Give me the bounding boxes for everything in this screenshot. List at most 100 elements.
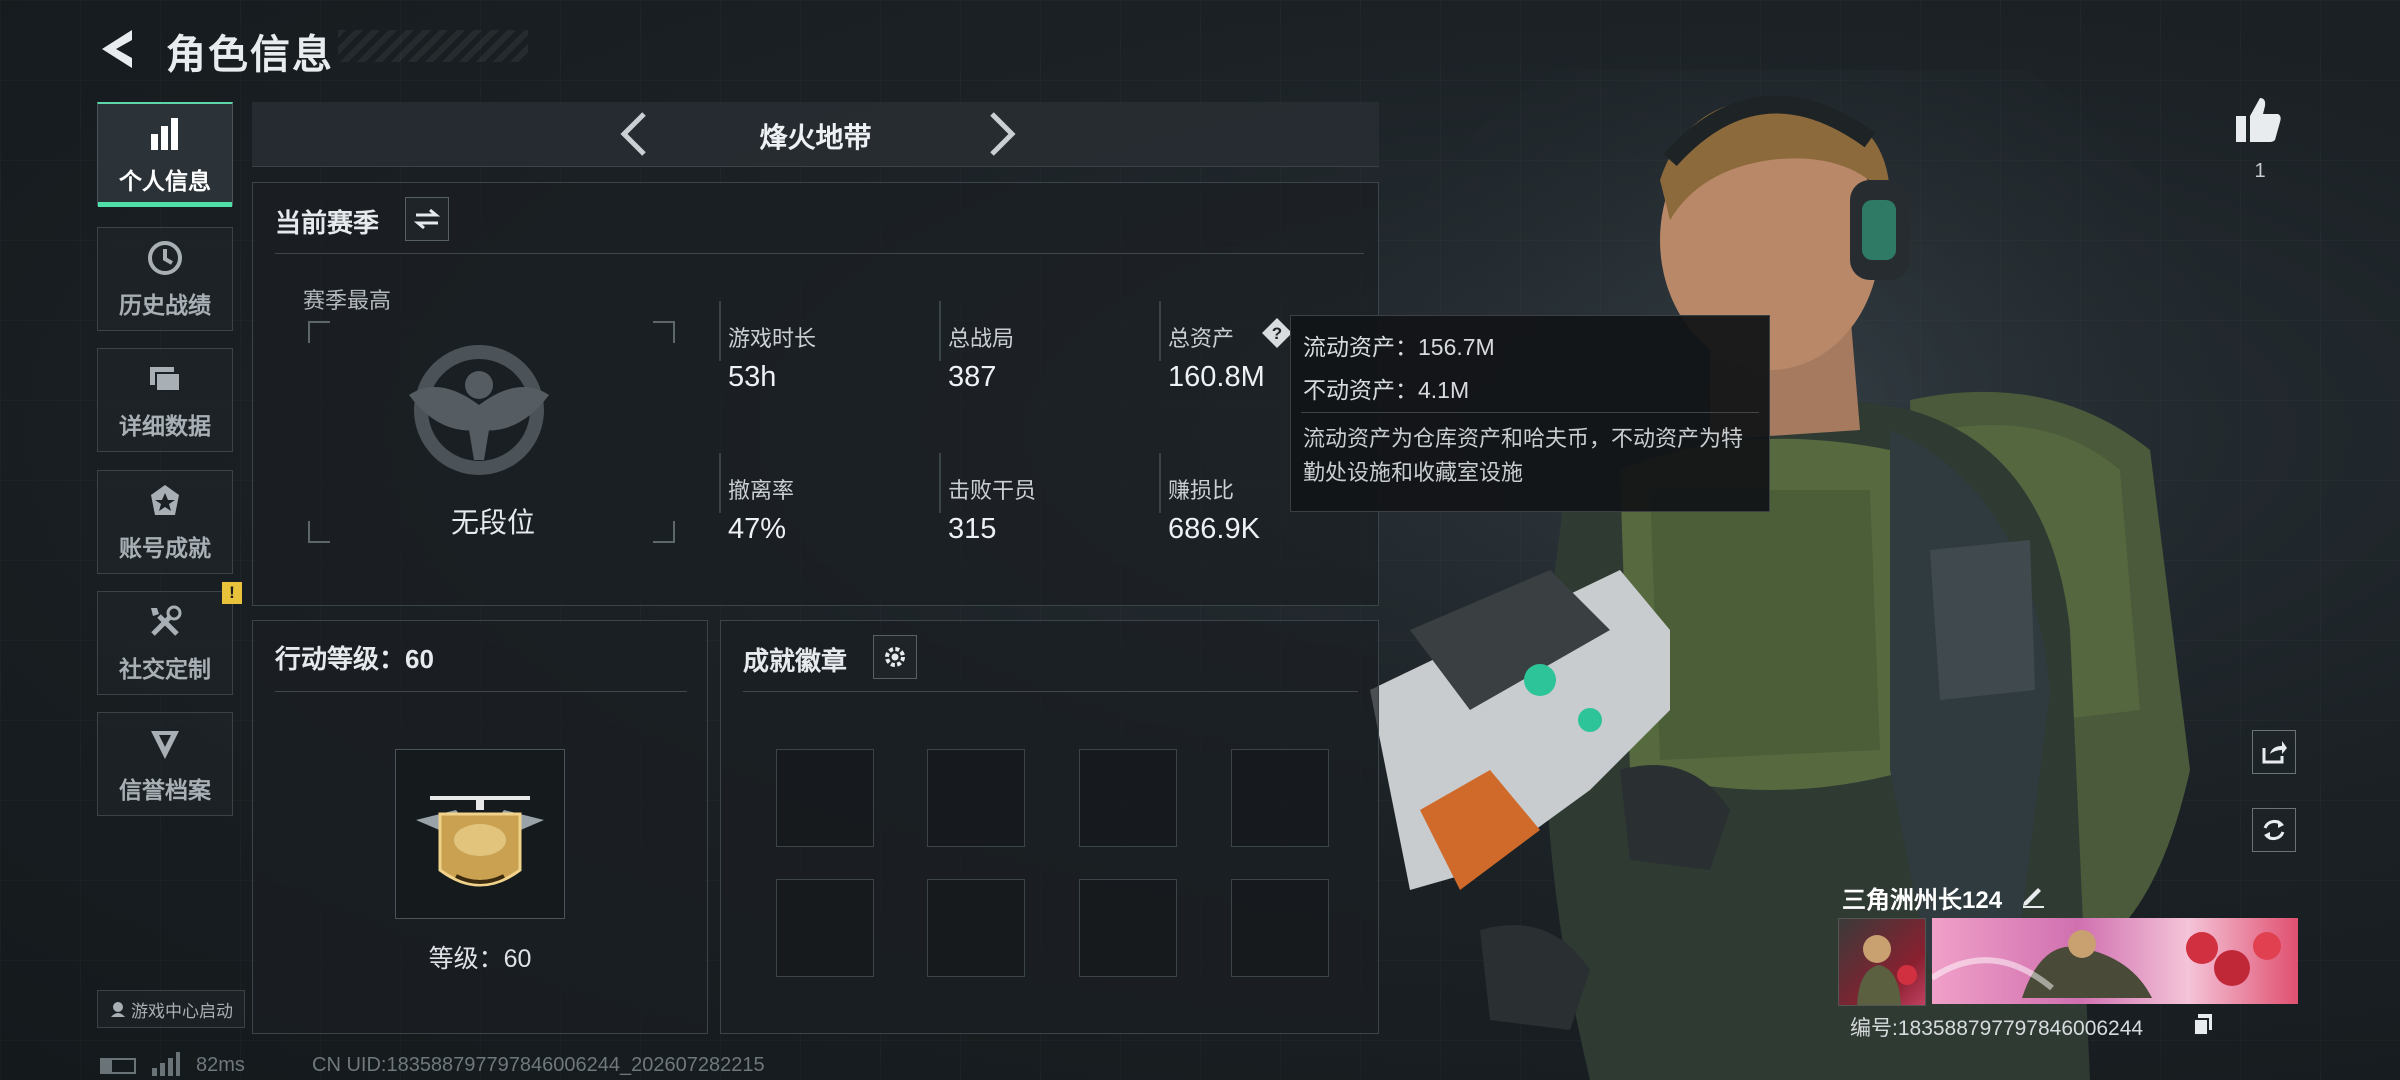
divider <box>275 253 1364 254</box>
like-button[interactable] <box>2232 94 2288 150</box>
badge-slot[interactable] <box>927 879 1025 977</box>
stat-label: 击败干员 <box>948 478 1037 503</box>
tools-icon <box>145 602 185 642</box>
nav-label: 详细数据 <box>119 413 211 439</box>
share-button[interactable] <box>2252 730 2296 774</box>
divider <box>275 691 687 692</box>
nav-item-detailed-data[interactable]: 详细数据 <box>97 348 233 452</box>
stat-value: 387 <box>948 361 997 393</box>
badges-panel: 成就徽章 <box>720 620 1379 1034</box>
stat-tick <box>1159 453 1161 513</box>
shield-badge-icon <box>145 723 185 763</box>
title-decoration <box>338 30 528 62</box>
folder-icon <box>145 359 185 399</box>
stat-tick <box>939 301 941 361</box>
nav-label: 个人信息 <box>119 167 211 194</box>
badge-slot[interactable] <box>1231 879 1329 977</box>
player-banner[interactable] <box>1930 918 2298 1004</box>
game-center-icon <box>111 1002 125 1017</box>
back-button[interactable] <box>96 26 142 72</box>
refresh-icon <box>2263 820 2285 840</box>
ping-text: 82ms <box>196 1054 245 1076</box>
uid-text: CN UID:183588797797846006244_20260728221… <box>312 1054 765 1076</box>
stat-value: 686.9K <box>1168 513 1260 545</box>
season-switch-button[interactable] <box>405 197 449 241</box>
stat-label: 游戏时长 <box>728 326 817 351</box>
share-icon <box>2262 741 2287 764</box>
gear-icon <box>885 647 905 667</box>
badge-slot[interactable] <box>776 879 874 977</box>
player-avatar[interactable] <box>1838 918 1926 1006</box>
tooltip-liquid-assets: 流动资产：156.7M <box>1303 334 1495 360</box>
next-mode-button[interactable] <box>978 110 1024 158</box>
game-center-button[interactable]: 游戏中心启动 <box>97 990 245 1028</box>
frame-corner <box>308 321 330 343</box>
nav-item-achievements[interactable]: 账号成就 <box>97 470 233 574</box>
helicopter-emblem-icon <box>416 796 544 887</box>
season-panel: 当前赛季 赛季最高 无段位 游戏时长 53h 总战局 387 总资产 ? 160… <box>252 182 1379 606</box>
pencil-icon <box>2023 888 2044 908</box>
frame-corner <box>653 521 675 543</box>
achievement-icon <box>145 481 185 521</box>
stat-label: 赚损比 <box>1168 478 1235 503</box>
nav-label: 信誉档案 <box>119 777 211 803</box>
season-best-label: 赛季最高 <box>303 288 392 313</box>
warning-badge: ! <box>222 582 242 604</box>
like-count: 1 <box>2254 160 2266 182</box>
badge-slot[interactable] <box>1231 749 1329 847</box>
swap-icon <box>414 209 440 229</box>
copy-id-button[interactable] <box>2192 1012 2216 1038</box>
player-id: 编号:183588797797846006244 <box>1850 1017 2144 1040</box>
nav-item-reputation[interactable]: 信誉档案 <box>97 712 233 816</box>
asset-help-button[interactable]: ? <box>1261 317 1292 348</box>
badge-slot[interactable] <box>927 749 1025 847</box>
avatar-figure <box>1857 935 1917 1005</box>
nav-item-match-history[interactable]: 历史战绩 <box>97 227 233 331</box>
badges-title: 成就徽章 <box>743 646 848 676</box>
divider <box>743 691 1358 692</box>
game-center-label: 游戏中心启动 <box>131 1001 233 1021</box>
nav-item-social-custom[interactable]: 社交定制 ! <box>97 582 242 695</box>
stat-tick <box>1159 301 1161 361</box>
stat-value: 315 <box>948 513 997 545</box>
tooltip-fixed-assets: 不动资产：4.1M <box>1303 377 1470 403</box>
refresh-button[interactable] <box>2252 808 2296 852</box>
badge-slot[interactable] <box>1079 879 1177 977</box>
rank-emblem-icon <box>409 345 549 475</box>
level-text: 等级：60 <box>428 945 532 973</box>
frame-corner <box>653 321 675 343</box>
page-title: 角色信息 <box>166 33 334 77</box>
thumbs-up-icon <box>2236 98 2281 142</box>
action-level-title: 行动等级：60 <box>275 644 434 674</box>
badges-settings-button[interactable] <box>873 635 917 679</box>
player-name: 三角洲州长124 <box>1842 887 2003 914</box>
chevron-right-icon <box>990 112 1016 156</box>
signal-icon <box>152 1052 180 1076</box>
action-level-panel: 行动等级：60 等级：60 <box>252 620 708 1034</box>
badge-slot[interactable] <box>776 749 874 847</box>
stat-value: 160.8M <box>1168 361 1265 393</box>
stat-label: 总资产 <box>1168 326 1235 351</box>
back-arrow-icon <box>102 30 132 68</box>
season-title: 当前赛季 <box>275 208 380 238</box>
nav-label: 账号成就 <box>119 535 211 561</box>
nav-item-personal-info[interactable]: 个人信息 <box>97 102 233 207</box>
nav-label: 社交定制 <box>119 656 211 682</box>
frame-corner <box>308 521 330 543</box>
stat-label: 撤离率 <box>728 478 795 503</box>
copy-icon <box>2193 1014 2212 1036</box>
mode-title: 烽火地带 <box>759 122 872 153</box>
divider <box>1301 412 1759 413</box>
stat-tick <box>939 453 941 513</box>
edit-name-button[interactable] <box>2020 882 2046 908</box>
stat-value: 47% <box>728 513 787 545</box>
badge-slot[interactable] <box>1079 749 1177 847</box>
nav-label: 历史战绩 <box>119 292 211 318</box>
stat-tick <box>719 301 721 361</box>
banner-art <box>1930 930 2281 998</box>
question-diamond-icon: ? <box>1262 318 1292 348</box>
bar-chart-icon <box>145 114 185 154</box>
battery-icon <box>100 1058 136 1074</box>
stat-label: 总战局 <box>948 326 1015 351</box>
rank-text: 无段位 <box>450 507 535 538</box>
